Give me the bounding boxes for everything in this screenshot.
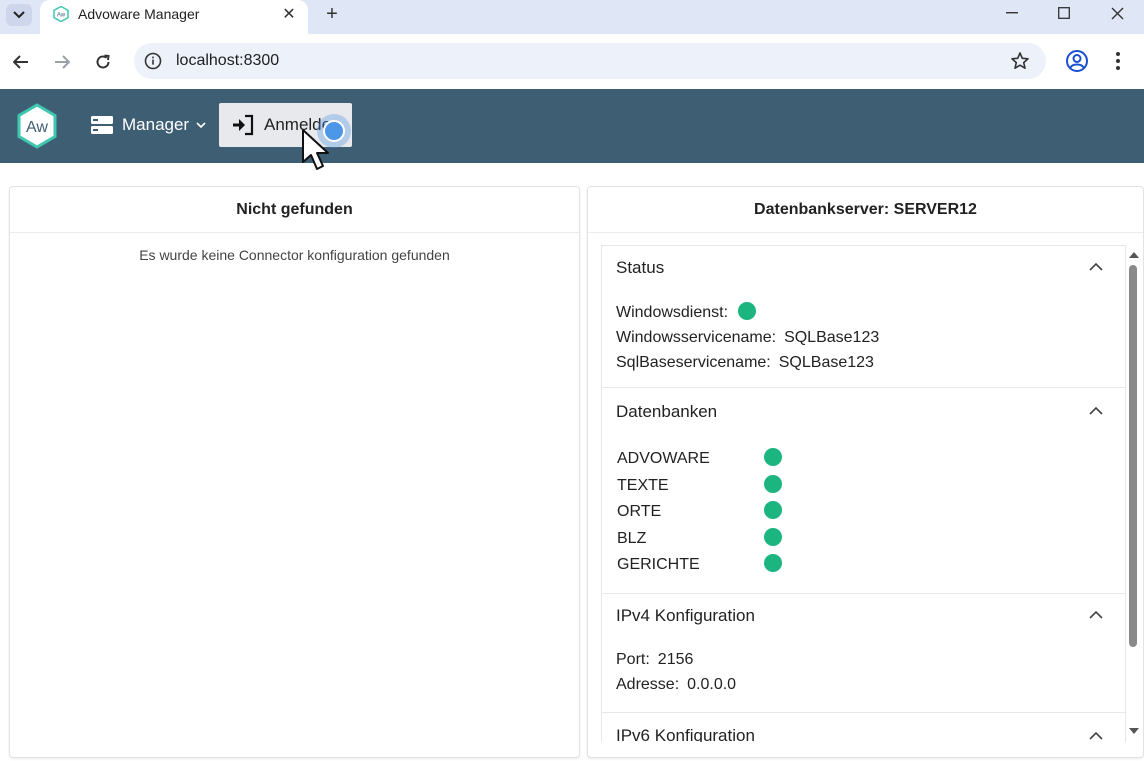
status-heading: Status	[616, 258, 665, 277]
sqlbase-value: SQLBase123	[778, 353, 874, 371]
chevron-up-icon[interactable]	[1089, 262, 1103, 272]
vertical-scrollbar[interactable]	[1126, 248, 1142, 738]
database-server-panel: Datenbankserver: SERVER12 Status Windows…	[587, 186, 1144, 758]
database-server-title: Datenbankserver: SERVER12	[588, 187, 1143, 233]
database-name: ADVOWARE	[617, 450, 710, 468]
address-value: 0.0.0.0	[687, 676, 737, 693]
scroll-up-icon[interactable]	[1128, 250, 1140, 260]
database-row: TEXTE	[616, 473, 1111, 500]
port-label: Port:	[616, 651, 650, 668]
ipv4-heading: IPv4 Konfiguration	[616, 605, 755, 625]
chevron-down-icon	[13, 11, 25, 19]
database-status-indicator	[764, 554, 782, 573]
svg-text:Aw: Aw	[57, 13, 66, 19]
sqlbase-label: SqlBaseservicename:	[616, 353, 771, 371]
browser-tab[interactable]: Aw Advoware Manager ✕	[40, 0, 308, 34]
advoware-logo[interactable]: Aw	[14, 103, 60, 149]
connector-panel: Nicht gefunden Es wurde keine Connector …	[9, 186, 580, 758]
manager-menu-label: Manager	[122, 115, 190, 134]
chevron-up-icon[interactable]	[1089, 406, 1103, 416]
logo-text: Aw	[26, 119, 48, 136]
database-name: BLZ	[617, 529, 647, 547]
browser-tab-strip: Aw Advoware Manager ✕ +	[0, 0, 1144, 34]
profile-icon[interactable]	[1064, 48, 1090, 74]
app-header: Aw Manager Anmelden	[0, 89, 1144, 163]
manager-menu[interactable]: Manager	[90, 105, 207, 145]
scroll-down-icon[interactable]	[1128, 726, 1140, 736]
forward-icon[interactable]	[48, 48, 76, 76]
close-window-icon[interactable]	[1092, 0, 1142, 26]
ipv4-section: IPv4 Konfiguration Port: 2156 Adresse: 0.0…	[602, 594, 1125, 713]
database-row: BLZ	[616, 526, 1111, 553]
database-status-indicator	[764, 448, 782, 467]
database-row: ADVOWARE	[616, 446, 1111, 473]
new-tab-icon[interactable]: +	[320, 2, 344, 26]
windowsdienst-status-indicator	[738, 301, 757, 320]
advoware-favicon-icon: Aw	[53, 6, 69, 22]
tab-search-button[interactable]	[6, 4, 32, 26]
close-tab-icon[interactable]: ✕	[278, 3, 300, 25]
ipv6-heading: IPv6 Konfiguration	[616, 725, 755, 743]
status-section: Status Windowsdienst: Windowsservicename…	[602, 246, 1125, 388]
browser-menu-icon[interactable]	[1106, 48, 1130, 74]
address-label: Adresse:	[616, 676, 680, 693]
database-status-indicator	[764, 527, 782, 546]
database-row: GERICHTE	[616, 552, 1111, 579]
database-name: TEXTE	[617, 476, 669, 494]
port-value: 2156	[657, 651, 694, 668]
datenbanken-heading: Datenbanken	[616, 402, 718, 421]
server-details-scroll-area[interactable]: Status Windowsdienst: Windowsservicename…	[601, 245, 1126, 742]
maximize-icon[interactable]	[1039, 0, 1089, 26]
chevron-up-icon[interactable]	[1089, 731, 1103, 741]
minimize-icon[interactable]	[987, 0, 1037, 26]
database-status-indicator	[764, 501, 782, 520]
connector-panel-title: Nicht gefunden	[10, 187, 579, 233]
reload-icon[interactable]	[89, 48, 117, 76]
sign-in-icon	[233, 114, 254, 136]
site-info-icon[interactable]	[144, 52, 162, 70]
ipv6-section: IPv6 Konfiguration	[602, 713, 1125, 743]
datenbanken-section-header[interactable]: Datenbanken	[602, 390, 1125, 434]
servicename-value: SQLBase123	[784, 328, 880, 346]
mouse-pointer-icon	[302, 129, 329, 170]
tab-title: Advoware Manager	[78, 6, 200, 22]
datenbanken-section: Datenbanken ADVOWARE TEXTE ORTE BLZ GERI…	[602, 390, 1125, 594]
status-section-header[interactable]: Status	[602, 246, 1125, 290]
server-icon	[91, 116, 113, 134]
database-name: GERICHTE	[617, 556, 700, 574]
chevron-down-icon	[196, 122, 206, 129]
windowsdienst-label: Windowsdienst:	[616, 303, 729, 321]
database-status-indicator	[764, 474, 782, 493]
browser-toolbar: localhost:8300	[0, 34, 1144, 89]
ipv4-section-header[interactable]: IPv4 Konfiguration	[602, 594, 1125, 638]
address-bar[interactable]: localhost:8300	[134, 43, 1046, 79]
connector-panel-message: Es wurde keine Connector konfiguration g…	[139, 247, 450, 263]
servicename-label: Windowsservicename:	[616, 328, 777, 346]
back-icon[interactable]	[7, 48, 35, 76]
ipv6-section-header[interactable]: IPv6 Konfiguration	[602, 713, 1125, 743]
bookmark-star-icon[interactable]	[1010, 51, 1030, 71]
database-name: ORTE	[617, 503, 662, 521]
database-row: ORTE	[616, 499, 1111, 526]
chevron-up-icon[interactable]	[1089, 610, 1103, 620]
scrollbar-thumb[interactable]	[1129, 265, 1137, 647]
url-text: localhost:8300	[176, 52, 280, 69]
